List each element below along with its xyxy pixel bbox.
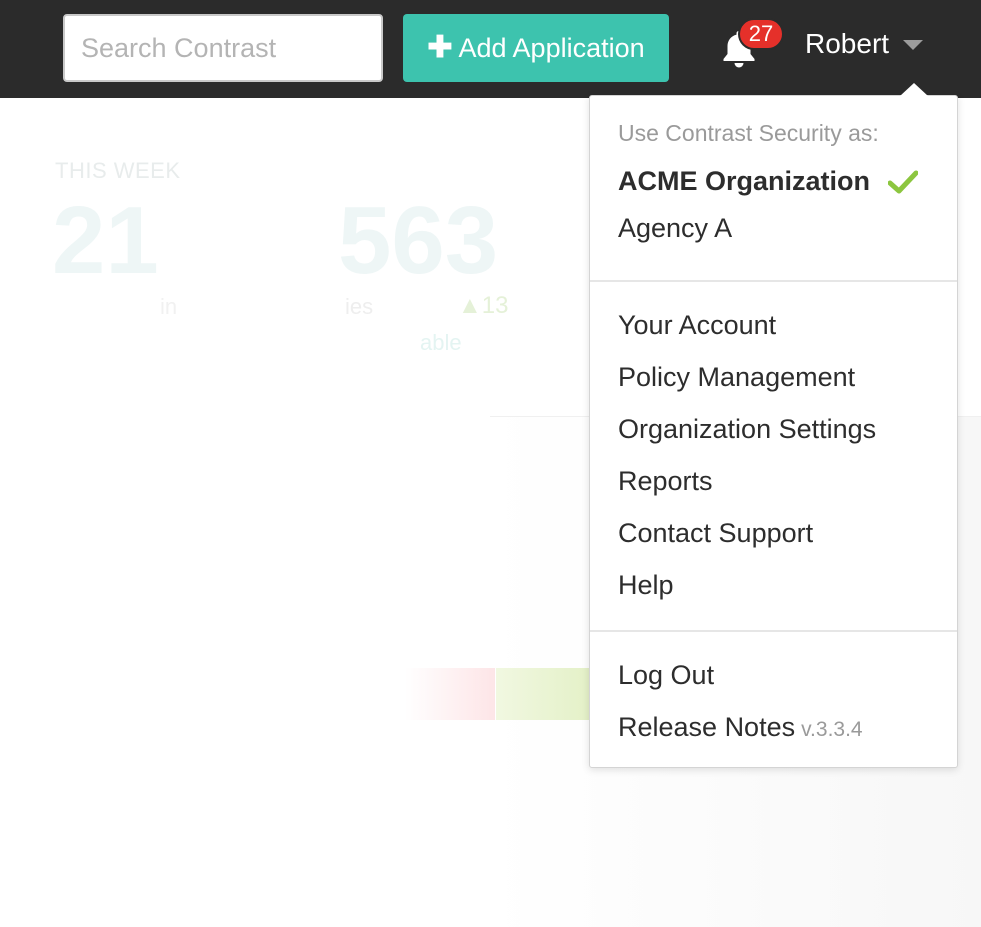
org-label: ACME Organization <box>618 166 871 196</box>
stat-sub-2: ies <box>345 294 374 319</box>
stat-sub-3: able <box>420 330 462 355</box>
org-label: Agency A <box>618 213 733 243</box>
chart-bar-green <box>496 668 596 720</box>
version-label: v.3.3.4 <box>801 718 863 741</box>
top-navigation-bar: ✚ Add Application 27 Robert <box>0 0 981 98</box>
menu-item-log-out[interactable]: Log Out <box>618 660 714 691</box>
menu-item-help[interactable]: Help <box>618 570 674 601</box>
menu-item-contact-support[interactable]: Contact Support <box>618 518 813 549</box>
menu-item-organization-settings[interactable]: Organization Settings <box>618 414 876 445</box>
chart-bar-red <box>405 668 495 720</box>
stat-sub-1: in <box>160 294 178 319</box>
menu-item-your-account[interactable]: Your Account <box>618 310 776 341</box>
divider <box>590 630 957 632</box>
divider <box>590 280 957 282</box>
menu-item-reports[interactable]: Reports <box>618 466 713 497</box>
release-notes-label: Release Notes <box>618 712 796 742</box>
stat-value-2: 563 <box>338 187 499 294</box>
user-name: Robert <box>805 28 890 59</box>
checkmark-icon <box>888 170 919 193</box>
dropdown-arrow <box>900 83 928 96</box>
org-item-acme[interactable]: ACME Organization <box>618 166 919 197</box>
stat-value-1: 21 <box>52 187 159 294</box>
plus-icon: ✚ <box>427 31 453 64</box>
org-item-agency-a[interactable]: Agency A <box>618 213 732 244</box>
caret-down-icon <box>903 40 924 50</box>
add-application-button[interactable]: ✚ Add Application <box>403 14 669 82</box>
week-label: THIS WEEK <box>55 158 181 183</box>
menu-item-policy-management[interactable]: Policy Management <box>618 362 855 393</box>
search-input[interactable] <box>63 14 383 82</box>
notification-count-badge[interactable]: 27 <box>738 18 784 50</box>
menu-item-release-notes[interactable]: Release Notes v.3.3.4 <box>618 712 863 743</box>
user-dropdown-menu: Use Contrast Security as: ACME Organizat… <box>589 95 958 768</box>
user-menu-toggle[interactable]: Robert <box>805 28 924 60</box>
stat-change: ▲13 <box>458 292 509 319</box>
organization-heading: Use Contrast Security as: <box>618 120 879 146</box>
add-application-label: Add Application <box>458 32 645 63</box>
